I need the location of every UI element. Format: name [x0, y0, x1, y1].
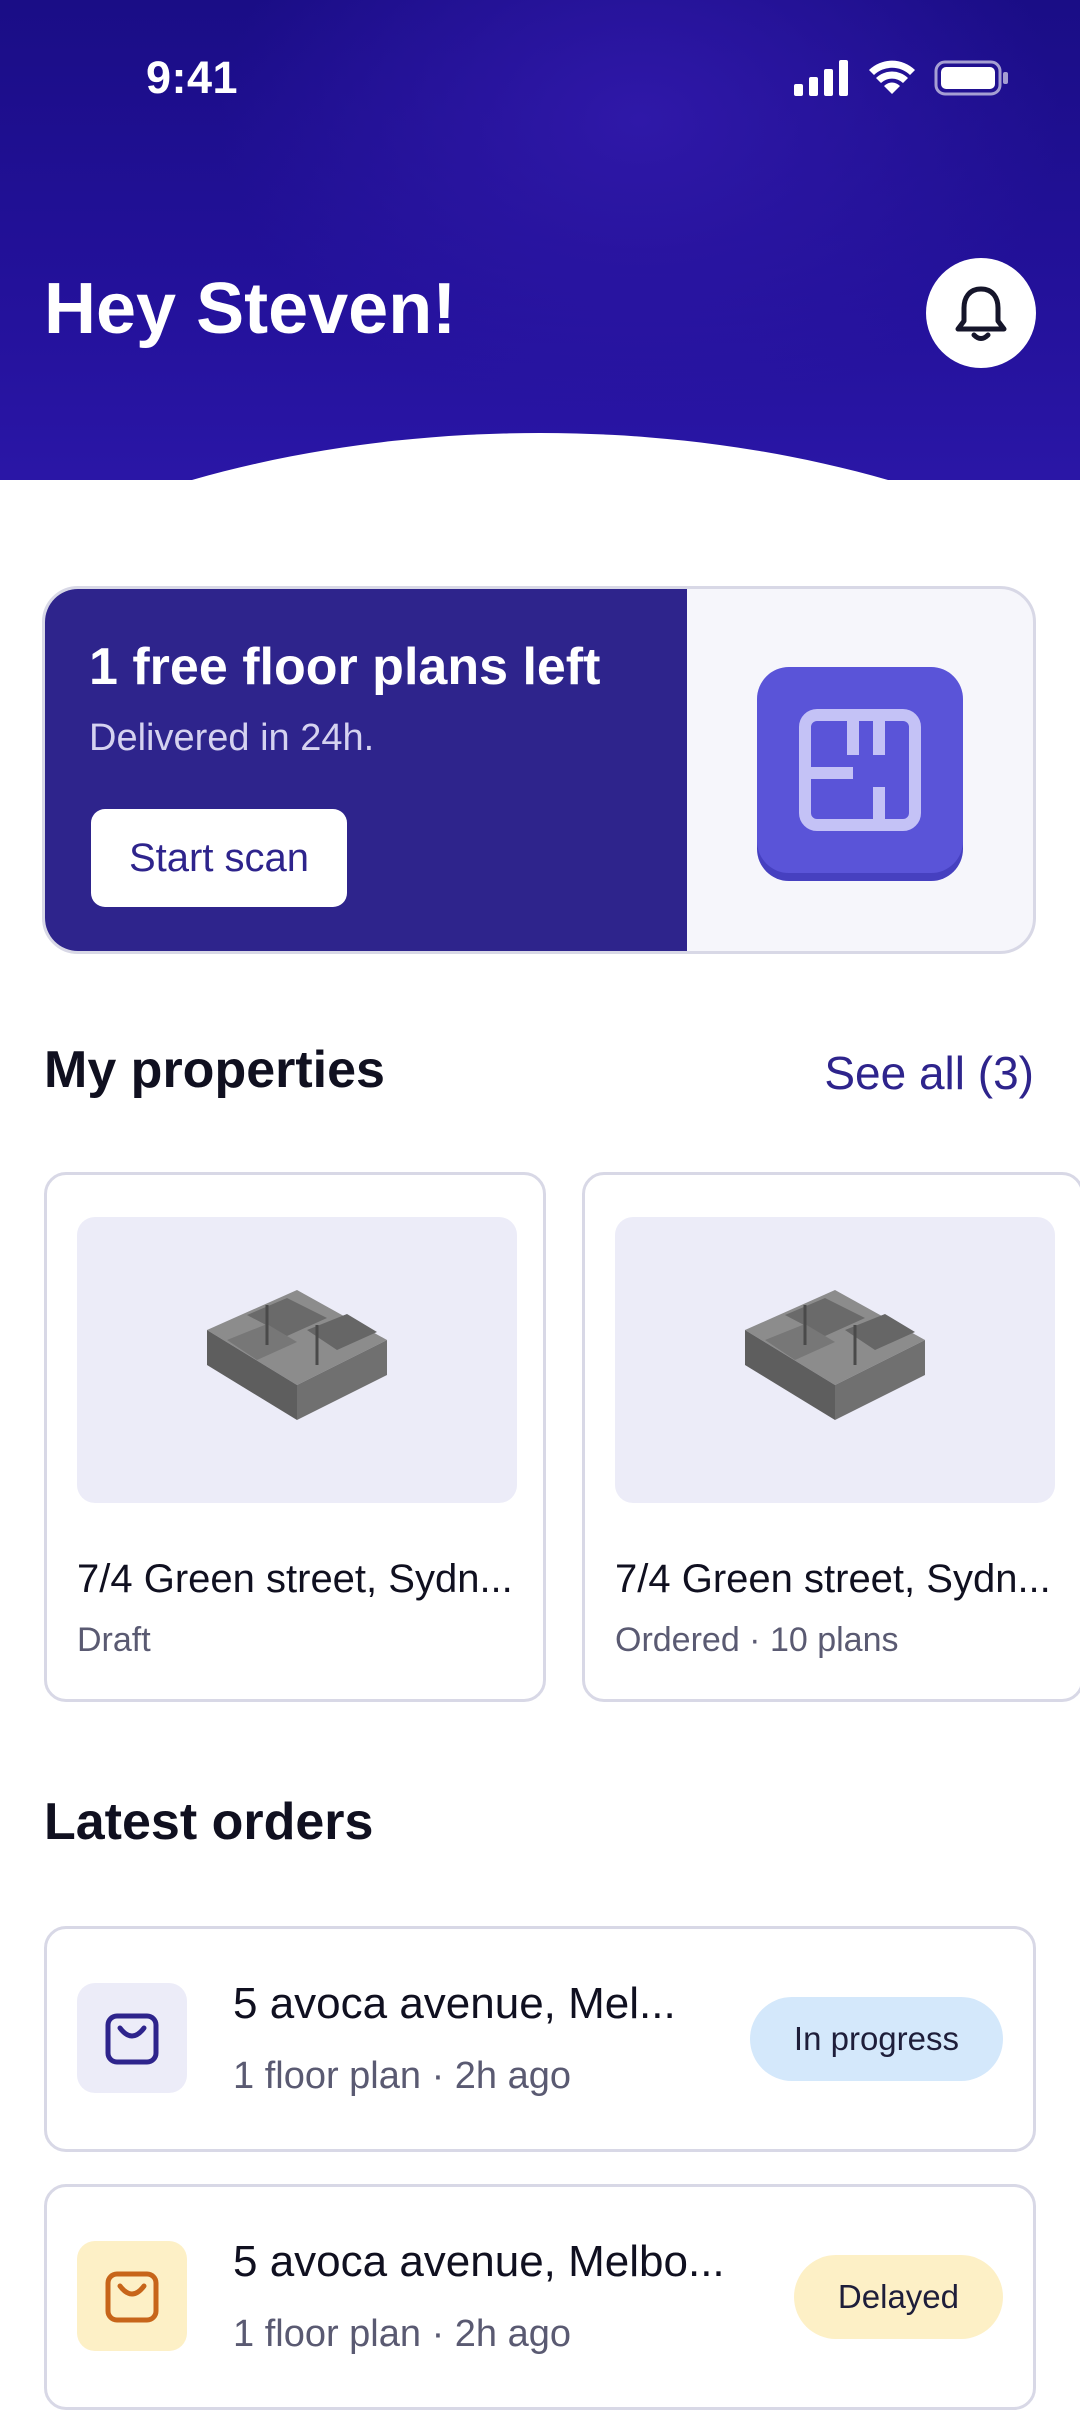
promo-title: 1 free floor plans left	[89, 638, 601, 696]
order-meta: 1 floor plan · 2h ago	[233, 2055, 572, 2097]
status-icons	[794, 60, 1010, 96]
order-meta: 1 floor plan · 2h ago	[233, 2313, 572, 2355]
order-icon-tile	[77, 2241, 187, 2351]
order-address: 5 avoca avenue, Mel...	[233, 1979, 676, 2028]
property-card[interactable]: 7/4 Green street, Sydn... Ordered · 10 p…	[582, 1172, 1080, 1702]
header-banner: 9:41 Hey Steven!	[0, 0, 1080, 480]
order-item[interactable]: 5 avoca avenue, Melbo... 1 floor plan · …	[44, 2184, 1036, 2410]
property-3d-model	[77, 1217, 517, 1503]
free-plans-card: 1 free floor plans left Delivered in 24h…	[42, 586, 1036, 954]
notifications-button[interactable]	[926, 258, 1036, 368]
order-address: 5 avoca avenue, Melbo...	[233, 2237, 725, 2286]
order-icon-tile	[77, 1983, 187, 2093]
house-model-icon	[207, 1290, 387, 1420]
greeting-title: Hey Steven!	[44, 269, 457, 349]
status-badge: Delayed	[793, 2255, 1003, 2339]
property-card[interactable]: 7/4 Green street, Sydn... Draft	[44, 1172, 546, 1702]
property-3d-model	[615, 1217, 1055, 1503]
battery-icon	[934, 60, 1008, 96]
shopping-bag-icon	[105, 2271, 159, 2323]
shopping-bag-icon	[105, 2013, 159, 2065]
promo-panel: 1 free floor plans left Delivered in 24h…	[45, 589, 687, 951]
signal-icon	[794, 60, 848, 96]
wifi-icon	[869, 60, 915, 94]
property-address: 7/4 Green street, Sydn...	[615, 1557, 1051, 1601]
property-status: Draft	[77, 1621, 151, 1659]
property-status: Ordered · 10 plans	[615, 1621, 899, 1659]
status-time: 9:41	[146, 52, 239, 103]
status-badge: In progress	[749, 1997, 1003, 2081]
properties-section-title: My properties	[44, 1041, 385, 1099]
promo-subtitle: Delivered in 24h.	[89, 717, 375, 759]
see-all-link[interactable]: See all (3)	[824, 1046, 1034, 1100]
house-model-icon	[745, 1290, 925, 1420]
start-scan-button[interactable]: Start scan	[91, 809, 347, 907]
property-address: 7/4 Green street, Sydn...	[77, 1557, 513, 1601]
header-curve	[0, 433, 1080, 480]
bell-icon	[955, 286, 1007, 341]
floor-plan-icon	[757, 667, 963, 873]
orders-section-title: Latest orders	[44, 1793, 374, 1851]
order-item[interactable]: 5 avoca avenue, Mel... 1 floor plan · 2h…	[44, 1926, 1036, 2152]
